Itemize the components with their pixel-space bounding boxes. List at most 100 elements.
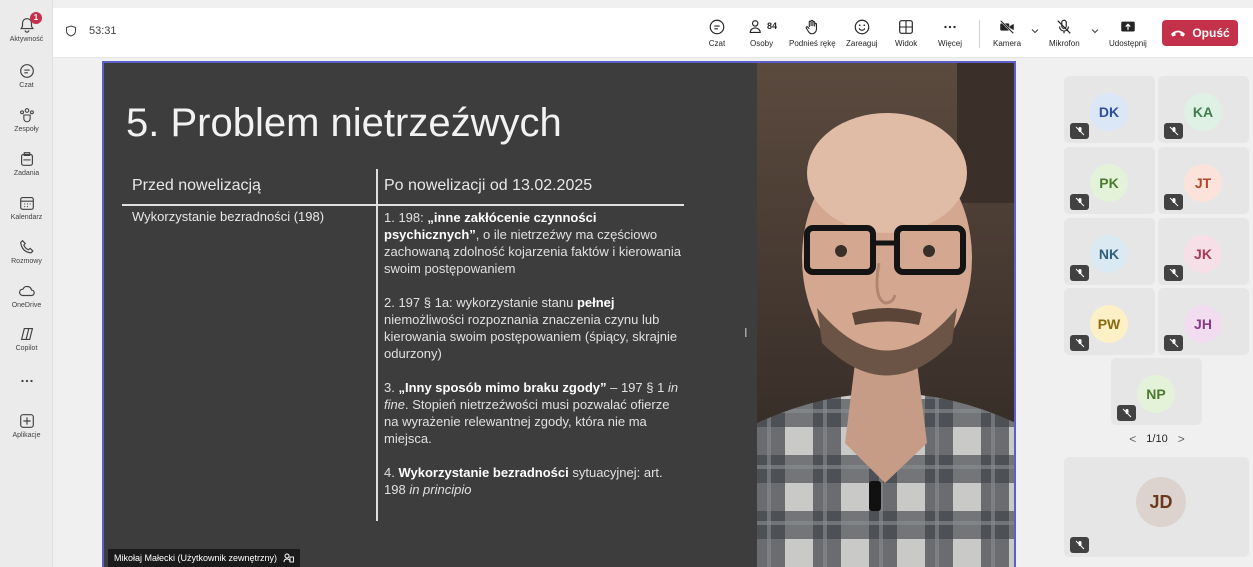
rail-item-onedrive[interactable]: OneDrive: [0, 280, 53, 322]
rail-item-calls[interactable]: Rozmowy: [0, 236, 53, 278]
raise-hand-button[interactable]: Podnieś rękę: [789, 18, 836, 48]
avatar: JH: [1184, 305, 1222, 343]
point-bold: pełnej: [576, 295, 615, 310]
avatar: JK: [1184, 235, 1222, 273]
mic-button[interactable]: Mikrofon: [1049, 18, 1080, 48]
self-video-tile[interactable]: JD: [1064, 457, 1249, 557]
point-text: 2. 197 § 1a: wykorzystanie stanu: [384, 295, 577, 310]
smiley-icon: [854, 19, 870, 35]
people-label: Osoby: [750, 39, 774, 48]
cloud-icon: [18, 285, 35, 297]
chat-label: Czat: [708, 39, 726, 48]
camera-off-icon: [999, 19, 1015, 35]
slide-title: 5. Problem nietrzeźwych: [126, 101, 562, 145]
presenter-name: Mikołaj Małecki (Użytkownik zewnętrzny): [114, 553, 278, 563]
rail-label: OneDrive: [11, 302, 42, 309]
external-user-icon: [283, 553, 294, 563]
rail-label: Kalendarz: [10, 214, 43, 221]
rail-label: Czat: [19, 82, 34, 89]
add-app-icon: [19, 414, 34, 428]
rail-label: Rozmowy: [11, 258, 42, 265]
app-rail: 1 Aktywność Czat Zespoły Zadania Kalenda…: [0, 0, 53, 567]
rail-item-apps[interactable]: Aplikacje: [0, 410, 53, 452]
rail-item-activity[interactable]: 1 Aktywność: [0, 12, 53, 56]
participant-tile[interactable]: JK: [1158, 218, 1249, 285]
mic-options-chevron-icon[interactable]: [1090, 26, 1100, 36]
leave-label: Opuść: [1192, 26, 1230, 40]
chat-icon: [19, 64, 34, 78]
rail-item-tasks[interactable]: Zadania: [0, 148, 53, 190]
participant-tile[interactable]: PW: [1064, 288, 1155, 355]
rail-item-chat[interactable]: Czat: [0, 60, 53, 102]
muted-mic-icon: [1164, 123, 1183, 139]
point-text: 1. 198:: [384, 210, 428, 225]
muted-mic-icon: [1070, 537, 1089, 553]
prev-page-button[interactable]: <: [1129, 432, 1136, 446]
more-icon: [944, 25, 956, 29]
point-text: 4.: [384, 465, 399, 480]
participant-tile[interactable]: NK: [1064, 218, 1155, 285]
rail-item-copilot[interactable]: Copilot: [0, 323, 53, 365]
more-icon: [20, 379, 33, 383]
rail-item-more[interactable]: [0, 370, 53, 412]
rail-label: Zespoły: [14, 126, 39, 133]
presentation-slide: 5. Problem nietrzeźwych Przed nowelizacj…: [104, 63, 757, 567]
camera-options-chevron-icon[interactable]: [1030, 26, 1040, 36]
avatar: NK: [1090, 235, 1128, 273]
timer-text: 53:31: [89, 25, 117, 37]
presenter-portrait: [757, 63, 1014, 567]
people-count: 84: [767, 21, 778, 31]
participant-tile[interactable]: PK: [1064, 147, 1155, 214]
rail-label: Aplikacje: [12, 432, 41, 439]
point-text: – 197 § 1: [606, 380, 668, 395]
participant-tile[interactable]: JH: [1158, 288, 1249, 355]
share-button[interactable]: Udostępnij: [1109, 18, 1147, 48]
rail-item-calendar[interactable]: Kalendarz: [0, 192, 53, 234]
muted-mic-icon: [1070, 123, 1089, 139]
rail-item-teams[interactable]: Zespoły: [0, 104, 53, 146]
row-label: Wykorzystanie bezradności (198): [132, 209, 325, 224]
rail-label: Copilot: [15, 345, 38, 352]
muted-mic-icon: [1070, 335, 1089, 351]
more-label: Więcej: [938, 39, 963, 48]
camera-button[interactable]: Kamera: [993, 18, 1021, 48]
share-icon: [1121, 21, 1135, 32]
raise-hand-label: Podnieś rękę: [789, 39, 836, 48]
view-button[interactable]: Widok: [895, 18, 917, 48]
react-label: Zareaguj: [846, 39, 878, 48]
react-button[interactable]: Zareaguj: [846, 18, 878, 48]
presenter-video: [757, 63, 1014, 567]
next-page-button[interactable]: >: [1178, 432, 1185, 446]
muted-mic-icon: [1164, 194, 1183, 210]
leave-button[interactable]: Opuść: [1162, 20, 1238, 46]
participant-tile[interactable]: JT: [1158, 147, 1249, 214]
participant-tile[interactable]: NP: [1111, 358, 1202, 425]
share-label: Udostępnij: [1109, 39, 1147, 48]
participant-tile[interactable]: KA: [1158, 76, 1249, 143]
slide-point-1: 1. 198: „inne zakłócenie czynności psych…: [384, 209, 684, 277]
rail-label: Zadania: [13, 170, 40, 177]
point-bold: Wykorzystanie bezradności: [398, 465, 569, 480]
column-header-before: Przed nowelizacją: [132, 177, 261, 194]
shield-icon: [66, 25, 76, 37]
table-divider-vertical: [376, 169, 378, 521]
more-button[interactable]: Więcej: [938, 18, 962, 48]
people-button[interactable]: 84 Osoby: [749, 18, 777, 48]
avatar: DK: [1090, 93, 1128, 131]
page-indicator: 1/10: [1146, 433, 1168, 445]
teams-icon: [19, 108, 34, 123]
muted-mic-icon: [1117, 405, 1136, 421]
toolbar-divider: [979, 20, 980, 48]
rail-label: Aktywność: [9, 36, 44, 43]
avatar: NP: [1137, 375, 1175, 413]
table-divider-horizontal: [122, 204, 684, 206]
avatar: PK: [1090, 164, 1128, 202]
participant-tile[interactable]: DK: [1064, 76, 1155, 143]
self-avatar: JD: [1136, 477, 1186, 527]
chat-button[interactable]: Czat: [708, 18, 726, 48]
camera-label: Kamera: [993, 39, 1022, 48]
muted-mic-icon: [1164, 335, 1183, 351]
participant-pager: < 1/10 >: [1118, 432, 1196, 446]
muted-mic-icon: [1070, 194, 1089, 210]
slide-point-3: 3. „Inny sposób mimo braku zgody” – 197 …: [384, 379, 684, 447]
